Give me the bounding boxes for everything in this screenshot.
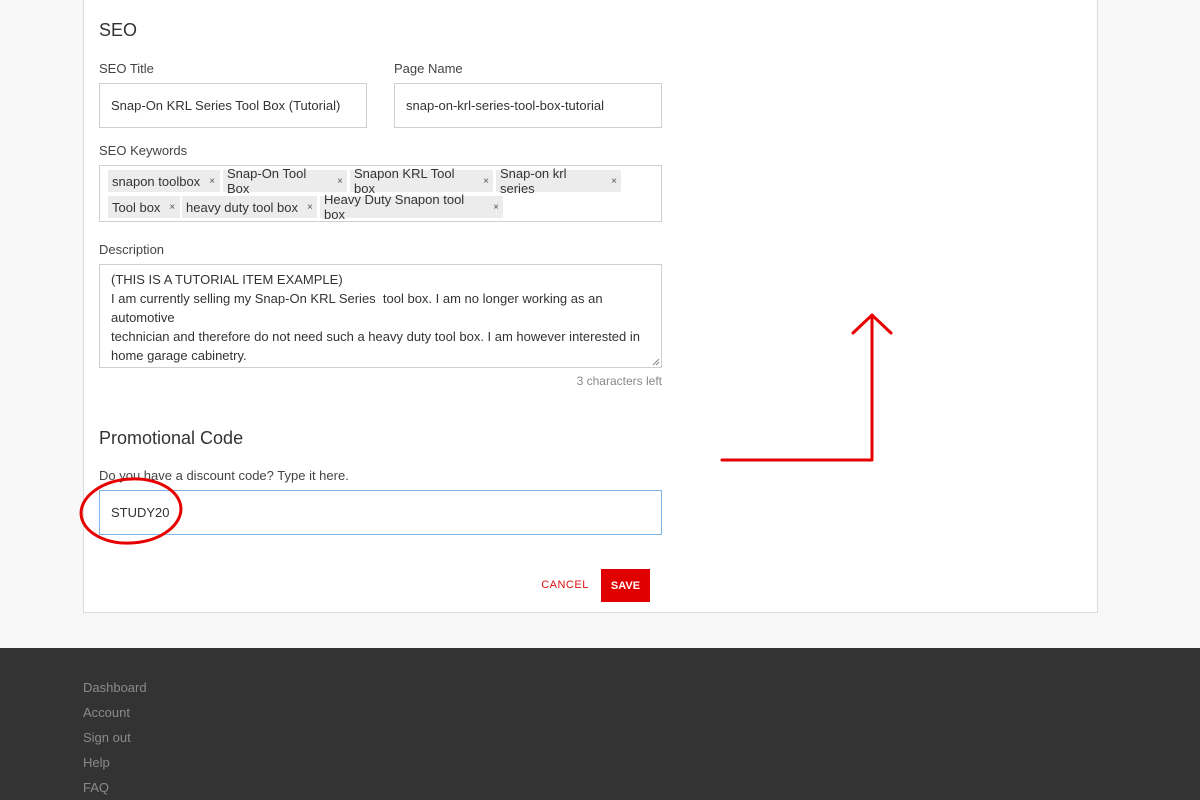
description-line: (THIS IS A TUTORIAL ITEM EXAMPLE)	[111, 272, 343, 287]
page-name-label: Page Name	[394, 61, 463, 76]
cancel-button[interactable]: CANCEL	[536, 576, 594, 594]
footer-link-account[interactable]: Account	[83, 705, 130, 720]
characters-left-counter: 3 characters left	[576, 374, 662, 388]
description-line: I am currently selling my Snap-On KRL Se…	[111, 291, 607, 325]
seo-keywords-input[interactable]: snapon toolbox × Snap-On Tool Box × Snapon…	[99, 165, 662, 222]
footer-link-sign-out[interactable]: Sign out	[83, 730, 131, 745]
remove-tag-icon[interactable]: ×	[307, 202, 313, 213]
seo-title-label: SEO Title	[99, 61, 154, 76]
keyword-tag: snapon toolbox ×	[108, 170, 220, 192]
description-line: technician and therefore do not need suc…	[111, 329, 641, 344]
page-name-value: snap-on-krl-series-tool-box-tutorial	[406, 98, 604, 113]
keyword-tag: Snap-on krl series ×	[496, 166, 621, 196]
promo-code-value: STUDY20	[111, 505, 170, 520]
page-name-input[interactable]: snap-on-krl-series-tool-box-tutorial	[394, 83, 662, 128]
remove-tag-icon[interactable]: ×	[611, 176, 617, 187]
site-footer: Dashboard Account Sign out Help FAQ	[0, 648, 1200, 800]
promo-code-input[interactable]: STUDY20	[99, 490, 662, 535]
footer-link-faq[interactable]: FAQ	[83, 780, 109, 795]
remove-tag-icon[interactable]: ×	[493, 202, 499, 213]
footer-link-dashboard[interactable]: Dashboard	[83, 680, 147, 695]
keyword-tag: heavy duty tool box ×	[182, 196, 317, 218]
seo-title-input[interactable]: Snap-On KRL Series Tool Box (Tutorial)	[99, 83, 367, 128]
keyword-tag: Tool box ×	[108, 196, 180, 218]
remove-tag-icon[interactable]: ×	[337, 176, 343, 187]
seo-title-value: Snap-On KRL Series Tool Box (Tutorial)	[111, 98, 341, 113]
description-label: Description	[99, 242, 165, 257]
keyword-tag: Snapon KRL Tool box ×	[350, 166, 493, 196]
seo-keywords-label: SEO Keywords	[99, 143, 188, 158]
description-textarea[interactable]: (THIS IS A TUTORIAL ITEM EXAMPLE) I am c…	[99, 264, 662, 368]
footer-link-help[interactable]: Help	[83, 755, 110, 770]
remove-tag-icon[interactable]: ×	[209, 176, 215, 187]
seo-heading: SEO	[99, 20, 138, 40]
description-line: home garage cabinetry.	[111, 348, 247, 363]
resize-handle-icon[interactable]	[652, 358, 660, 366]
save-button[interactable]: SAVE	[601, 569, 650, 602]
keyword-tag: Heavy Duty Snapon tool box ×	[320, 192, 503, 222]
promo-prompt-label: Do you have a discount code? Type it her…	[99, 468, 349, 483]
keyword-tag: Snap-On Tool Box ×	[223, 166, 347, 196]
remove-tag-icon[interactable]: ×	[169, 202, 175, 213]
remove-tag-icon[interactable]: ×	[483, 176, 489, 187]
promo-heading: Promotional Code	[99, 428, 244, 448]
